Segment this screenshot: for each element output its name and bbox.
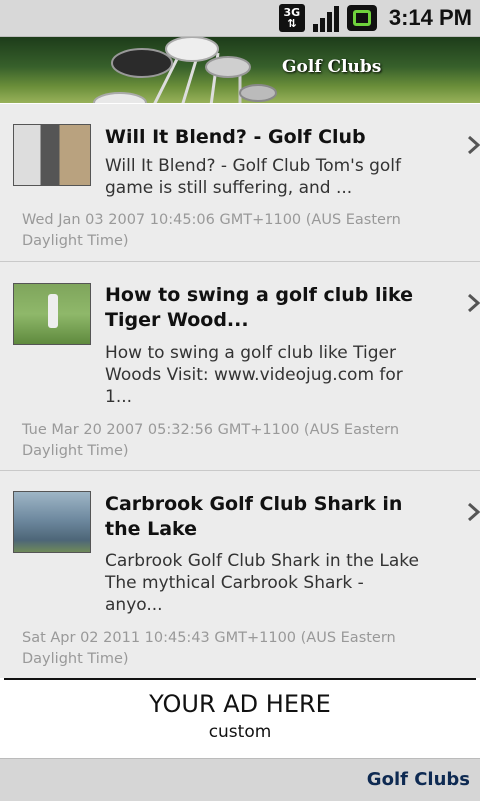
video-date: Wed Jan 03 2007 10:45:06 GMT+1100 (AUS E… — [22, 210, 477, 252]
video-title: How to swing a golf club like Tiger Wood… — [105, 283, 455, 333]
video-date: Sat Apr 02 2011 10:45:43 GMT+1100 (AUS E… — [22, 628, 477, 670]
list-item[interactable]: Carbrook Golf Club Shark in the Lake Car… — [0, 471, 480, 678]
video-description: Carbrook Golf Club Shark in the Lake The… — [105, 550, 450, 616]
title-line: Tiger Wood... — [105, 309, 249, 331]
desc-line: Will It Blend? - Golf Club Tom's golf — [105, 156, 402, 176]
desc-line: The mythical Carbrook Shark - — [105, 573, 364, 593]
desc-line: anyo... — [105, 595, 163, 615]
video-description: How to swing a golf club like Tiger Wood… — [105, 342, 450, 408]
chevron-right-icon — [468, 135, 480, 155]
status-bar: 3G ⇅ 3:14 PM — [0, 0, 480, 37]
signal-icon — [312, 4, 339, 32]
date-line: Tue Mar 20 2007 05:32:56 GMT+1100 (AUS E… — [22, 422, 400, 438]
golf-clubs-image — [93, 37, 277, 103]
desc-line: Woods Visit: www.videojug.com for — [105, 365, 403, 385]
title-line: How to swing a golf club like — [105, 284, 414, 306]
status-icons: 3G ⇅ 3:14 PM — [278, 0, 472, 36]
video-thumbnail — [13, 491, 91, 553]
date-line: Wed Jan 03 2007 10:45:06 GMT+1100 (AUS E… — [22, 212, 401, 228]
desc-line: 1... — [105, 387, 133, 407]
desc-line: Carbrook Golf Club Shark in the Lake — [105, 551, 419, 571]
ad-subtitle: custom — [208, 722, 272, 742]
date-line: Sat Apr 02 2011 10:45:43 GMT+1100 (AUS E… — [22, 630, 396, 646]
video-title: Will It Blend? - Golf Club — [105, 126, 366, 148]
title-line: the Lake — [105, 518, 198, 540]
date-line: Daylight Time) — [22, 651, 129, 667]
chevron-right-icon — [468, 293, 480, 313]
list-item[interactable]: How to swing a golf club like Tiger Wood… — [0, 262, 480, 471]
date-line: Daylight Time) — [22, 443, 129, 459]
app-banner: Golf Clubs — [0, 37, 480, 103]
3g-icon: 3G ⇅ — [278, 4, 305, 32]
footer-bar: Golf Clubs — [0, 758, 480, 801]
desc-line: game is still suffering, and ... — [105, 178, 353, 198]
ad-title: YOUR AD HERE — [149, 690, 331, 718]
desc-line: How to swing a golf club like Tiger — [105, 343, 396, 363]
battery-icon — [346, 5, 377, 31]
title-line: Carbrook Golf Club Shark in — [105, 493, 403, 515]
footer-title: Golf Clubs — [366, 769, 470, 790]
date-line: Daylight Time) — [22, 233, 129, 249]
ad-banner[interactable]: YOUR AD HERE custom — [4, 678, 476, 760]
list-item[interactable]: Will It Blend? - Golf Club Will It Blend… — [0, 104, 480, 262]
video-description: Will It Blend? - Golf Club Tom's golf ga… — [105, 155, 450, 199]
video-date: Tue Mar 20 2007 05:32:56 GMT+1100 (AUS E… — [22, 420, 477, 462]
video-list[interactable]: Will It Blend? - Golf Club Will It Blend… — [0, 104, 480, 678]
banner-title: Golf Clubs — [282, 57, 382, 77]
video-title: Carbrook Golf Club Shark in the Lake — [105, 492, 455, 542]
status-time: 3:14 PM — [388, 5, 472, 30]
video-thumbnail — [13, 283, 91, 345]
video-thumbnail — [13, 124, 91, 186]
chevron-right-icon — [468, 502, 480, 522]
